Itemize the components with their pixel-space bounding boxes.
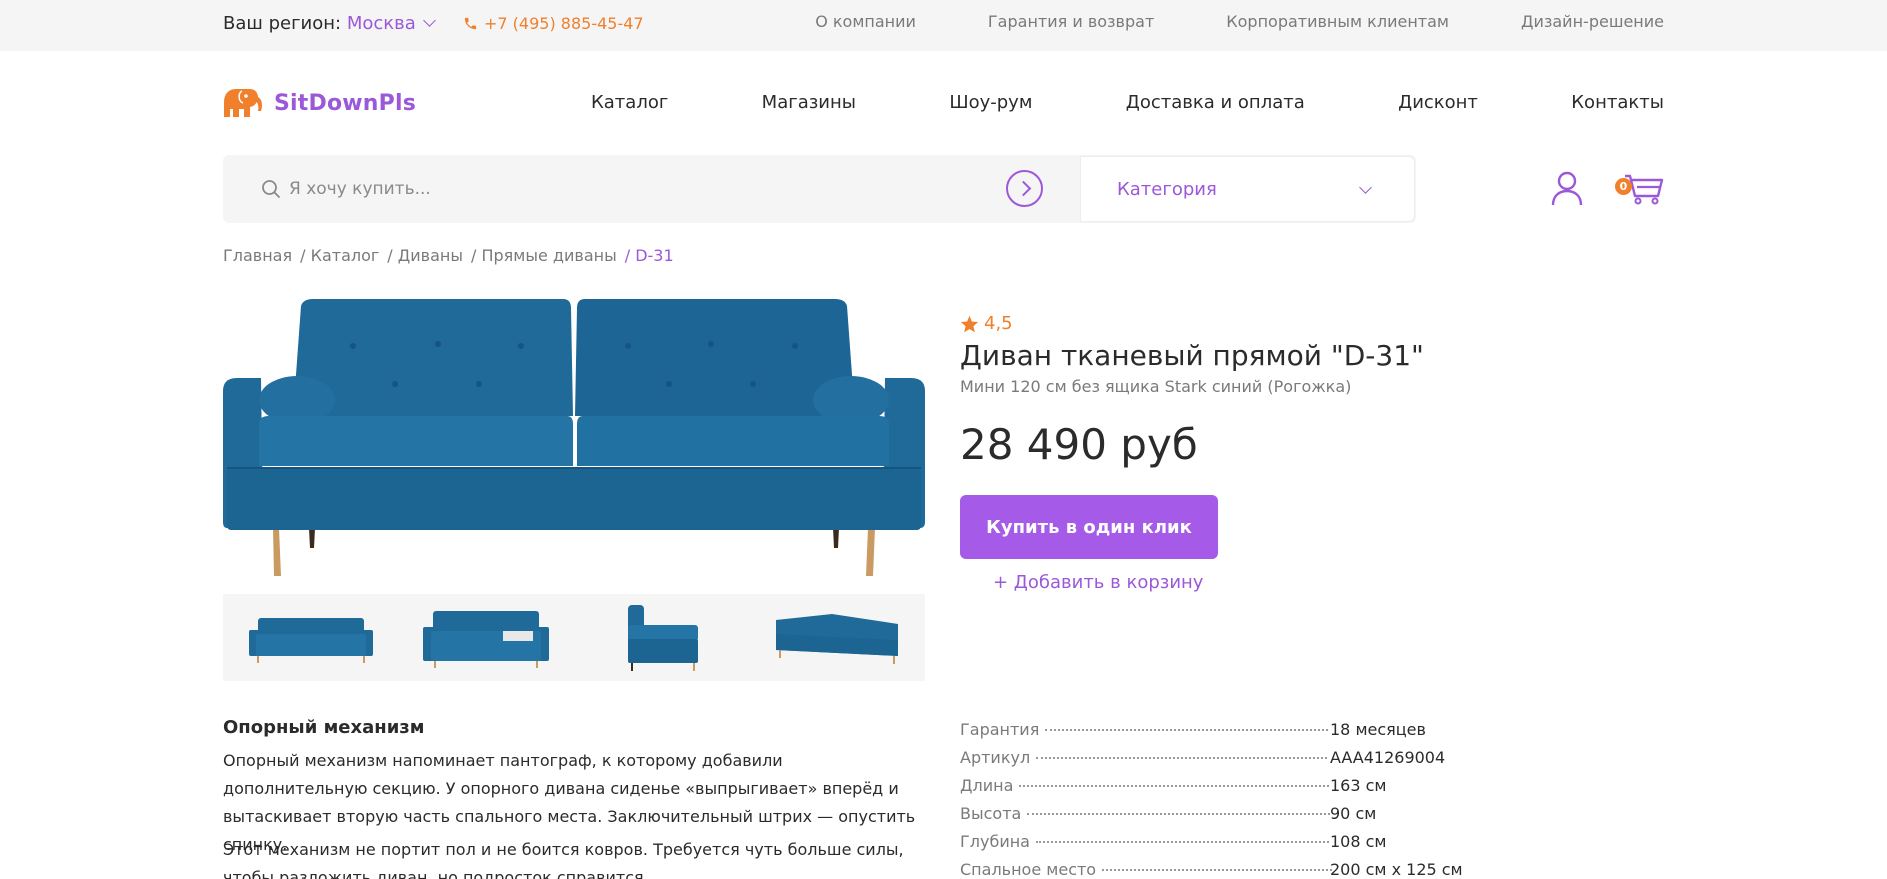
product-rating: 4,5 [960,313,1013,334]
nav-showroom[interactable]: Шоу-рум [949,92,1032,113]
specs-table: Гарантия 18 месяцев Артикул AAA41269004 … [960,720,1463,879]
region-city[interactable]: Москва [347,13,416,34]
spec-leader [1045,729,1328,731]
top-links: О компании Гарантия и возврат Корпоратив… [815,12,1664,31]
description-title: Опорный механизм [223,717,425,738]
spec-value: 18 месяцев [1330,720,1426,739]
thumbnail-side[interactable] [597,603,727,673]
phone-link[interactable]: +7 (495) 885-45-47 [463,14,644,33]
search-icon [262,180,280,198]
nav-delivery[interactable]: Доставка и оплата [1126,92,1305,113]
category-label: Категория [1117,179,1217,200]
spec-key: Спальное место [960,860,1097,879]
nav-stores[interactable]: Магазины [762,92,856,113]
nav-catalog[interactable]: Каталог [591,92,668,113]
chevron-down-icon[interactable] [422,14,436,27]
search-input[interactable] [289,175,889,203]
top-bar: Ваш регион: Москва +7 (495) 885-45-47 О … [0,0,1887,51]
breadcrumb-catalog[interactable]: / Каталог [300,246,379,265]
breadcrumb-home[interactable]: Главная [223,246,292,265]
spec-row: Длина 163 см [960,776,1460,804]
spec-key: Высота [960,804,1022,823]
star-icon [960,315,979,332]
breadcrumb-straight-sofas[interactable]: / Прямые диваны [471,246,617,265]
top-link-design[interactable]: Дизайн-решение [1521,12,1664,31]
category-select[interactable]: Категория [1080,156,1415,222]
spec-key: Гарантия [960,720,1040,739]
main-nav: Каталог Магазины Шоу-рум Доставка и опла… [591,92,1664,113]
add-to-cart-link[interactable]: + Добавить в корзину [993,572,1203,593]
product-main-image[interactable] [223,296,925,579]
spec-key: Артикул [960,748,1031,767]
phone-number[interactable]: +7 (495) 885-45-47 [484,14,644,33]
logo[interactable]: SitDownPls [222,87,416,119]
thumbnail-angle[interactable] [772,603,902,673]
spec-key: Глубина [960,832,1030,851]
search-bar: Категория [223,155,1416,223]
thumbnail-strip [223,594,925,681]
spec-row: Высота 90 см [960,804,1460,832]
logo-text: SitDownPls [274,90,417,116]
spec-row: Артикул AAA41269004 [960,748,1460,776]
spec-leader [1035,841,1329,843]
breadcrumb: Главная / Каталог / Диваны / Прямые дива… [223,246,674,265]
spec-leader [1102,869,1332,871]
buy-one-click-button[interactable]: Купить в один клик [960,495,1218,559]
top-link-corporate[interactable]: Корпоративным клиентам [1226,12,1449,31]
elephant-logo-icon [224,89,262,117]
spec-leader [1019,785,1329,787]
region-selector[interactable]: Ваш регион: Москва [223,13,436,34]
spec-leader [1036,757,1327,759]
breadcrumb-current: / D-31 [624,246,674,265]
cart-count-badge: 0 [1615,178,1632,195]
spec-leader [1027,813,1331,815]
rating-value: 4,5 [984,313,1013,334]
spec-value: 200 см х 125 см [1330,860,1463,879]
nav-discount[interactable]: Дисконт [1398,92,1478,113]
user-icon[interactable] [1550,170,1584,206]
spec-value: 90 см [1330,804,1377,823]
region-label: Ваш регион: [223,13,342,34]
thumbnail-front[interactable] [246,603,376,673]
spec-row: Глубина 108 см [960,832,1460,860]
spec-value: 163 см [1330,776,1387,795]
product-title: Диван тканевый прямой "D-31" [960,339,1424,372]
breadcrumb-sofas[interactable]: / Диваны [387,246,463,265]
chevron-down-icon [1359,181,1372,194]
top-link-warranty[interactable]: Гарантия и возврат [988,12,1154,31]
spec-value: 108 см [1330,832,1387,851]
product-subtitle: Мини 120 см без ящика Stark синий (Рогож… [960,377,1352,396]
spec-key: Длина [960,776,1014,795]
spec-value: AAA41269004 [1330,748,1446,767]
description-paragraph: Этот механизм не портит пол и не боится … [223,840,904,879]
thumbnail-unfolded[interactable] [421,603,551,673]
cart-button[interactable]: 0 [1615,170,1665,210]
phone-icon [464,17,477,30]
product-price: 28 490 руб [960,420,1198,469]
nav-contacts[interactable]: Контакты [1571,92,1664,113]
spec-row: Спальное место 200 см х 125 см [960,860,1463,879]
top-link-about[interactable]: О компании [815,12,916,31]
search-submit-button[interactable] [1006,170,1043,207]
spec-row: Гарантия 18 месяцев [960,720,1460,748]
